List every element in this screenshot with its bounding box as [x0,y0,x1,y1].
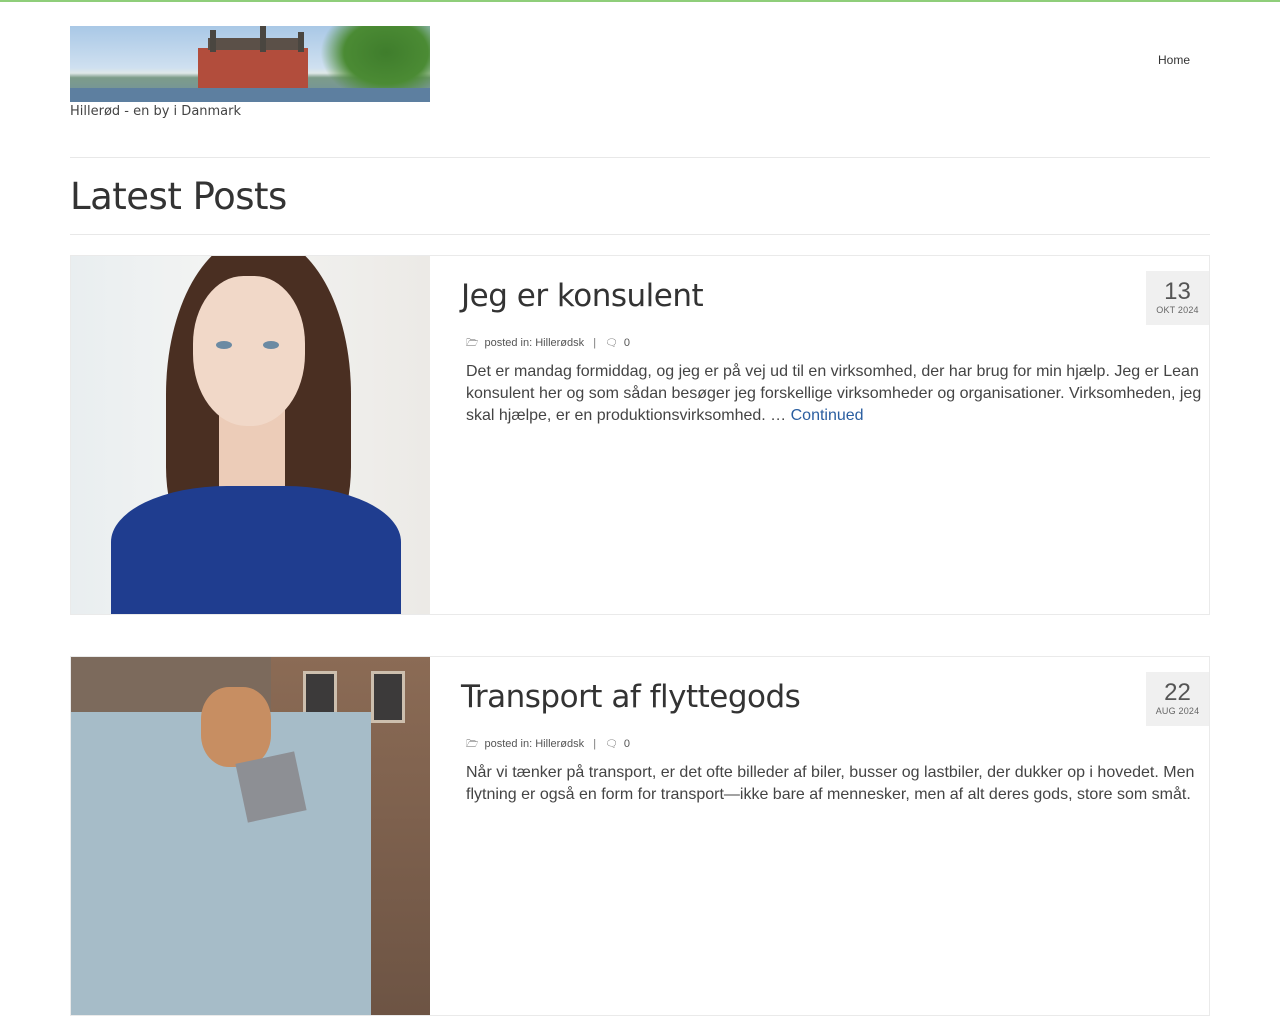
post-excerpt: Det er mandag formiddag, og jeg er på ve… [466,361,1206,427]
post-date-day: 22 [1164,679,1191,706]
post-title[interactable]: Transport af flyttegods [461,679,801,715]
post-meta: 🗁 posted in: Hillerødsk | 🗨 0 [466,737,630,754]
meta-prefix: posted in: [484,738,533,750]
post-excerpt: Når vi tænker på transport, er det ofte … [466,762,1206,806]
post-card: Jeg er konsulent 13 OKT 2024 🗁 posted in… [70,255,1210,615]
post-date-month: AUG 2024 [1155,706,1200,716]
woman-portrait-image [71,256,430,614]
logo-tower [260,26,266,52]
meta-separator: | [593,738,597,750]
comment-icon: 🗨 [605,338,618,349]
post-date-month: OKT 2024 [1156,305,1199,315]
post-card: Transport af flyttegods 22 AUG 2024 🗁 po… [70,656,1210,1016]
post-comments-count[interactable]: 0 [624,738,630,750]
post-title[interactable]: Jeg er konsulent [461,278,704,314]
post-date-badge: 22 AUG 2024 [1146,672,1209,726]
logo-tower [298,32,304,52]
moving-truck-image [71,657,430,1015]
meta-separator: | [593,337,597,349]
title-divider [70,234,1210,235]
post-thumbnail[interactable] [71,657,430,1015]
page-title: Latest Posts [70,175,287,218]
comment-icon: 🗨 [605,739,618,750]
site-tagline: Hillerød - en by i Danmark [70,104,242,119]
post-comments-count[interactable]: 0 [624,337,630,349]
folder-icon: 🗁 [466,739,479,750]
post-category-link[interactable]: Hillerødsk [535,738,584,750]
post-excerpt-text: Når vi tænker på transport, er det ofte … [466,764,1195,803]
header-divider [70,157,1210,158]
site-logo[interactable] [70,26,430,102]
post-thumbnail[interactable] [71,256,430,614]
folder-icon: 🗁 [466,338,479,349]
nav-home-link[interactable]: Home [1158,53,1190,67]
logo-castle [198,38,308,88]
post-category-link[interactable]: Hillerødsk [535,337,584,349]
post-date-day: 13 [1164,278,1191,305]
meta-prefix: posted in: [484,337,533,349]
top-accent-line [0,0,1280,2]
logo-water [70,88,430,102]
post-date-badge: 13 OKT 2024 [1146,271,1209,325]
logo-tower [210,30,216,52]
post-meta: 🗁 posted in: Hillerødsk | 🗨 0 [466,336,630,353]
continue-reading-link[interactable]: Continued [791,407,864,424]
